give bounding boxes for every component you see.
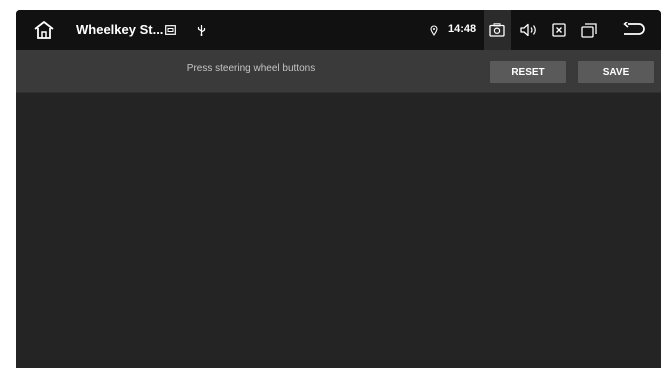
app-screen: Wheelkey St... 14:48 Press steering whee… — [16, 10, 661, 368]
status-bar: Wheelkey St... 14:48 — [16, 10, 661, 50]
home-icon[interactable] — [32, 19, 56, 41]
app-title: Wheelkey St... — [76, 22, 164, 37]
clock-time: 14:48 — [448, 23, 477, 35]
screenshot-icon[interactable] — [488, 22, 506, 38]
save-button[interactable]: SAVE — [578, 61, 654, 83]
back-icon[interactable] — [621, 21, 647, 39]
key-mapping-area — [16, 92, 661, 368]
location-icon — [429, 24, 439, 36]
instruction-text: Press steering wheel buttons — [186, 63, 316, 74]
media-app-icon — [164, 24, 176, 36]
close-app-icon[interactable] — [551, 22, 567, 38]
recent-apps-icon[interactable] — [580, 21, 598, 39]
action-bar: Press steering wheel buttons RESET SAVE — [16, 50, 661, 92]
volume-icon[interactable] — [519, 22, 539, 38]
reset-button[interactable]: RESET — [490, 61, 566, 83]
usb-icon — [196, 23, 206, 37]
